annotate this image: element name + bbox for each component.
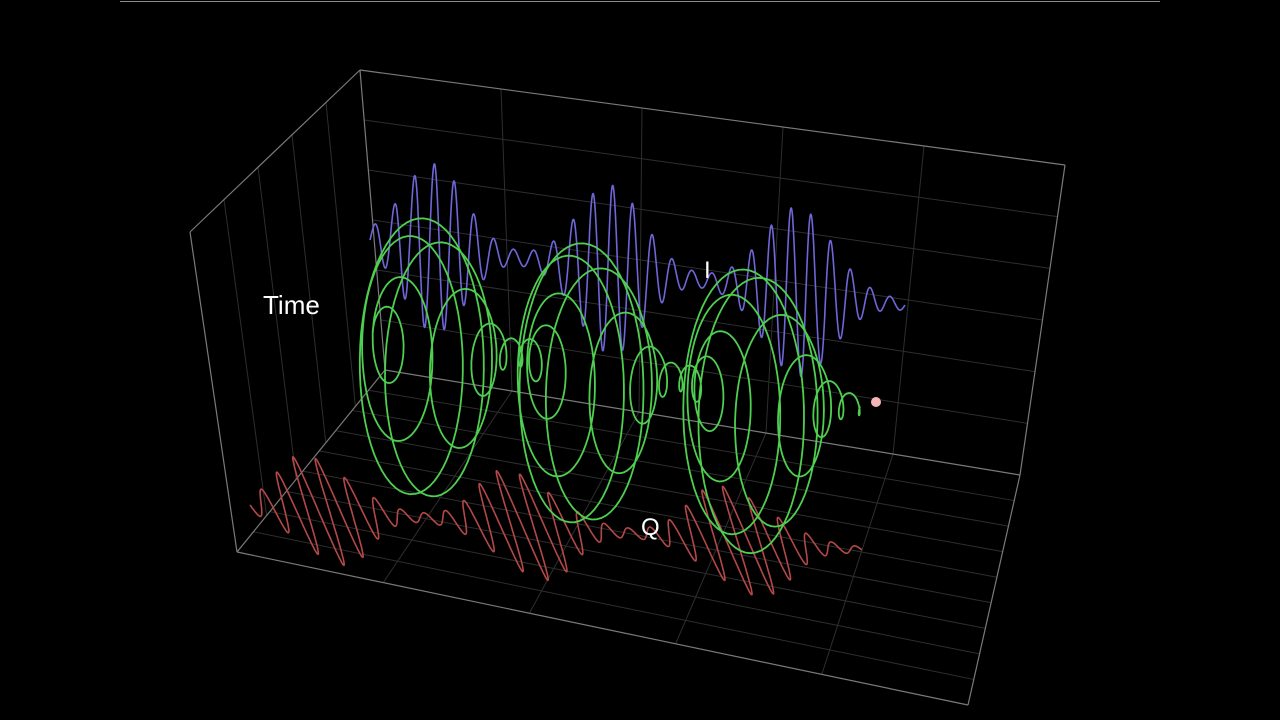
time-axis-label: Time (263, 290, 320, 320)
box-edge (189, 231, 238, 553)
q-axis-label: Q (641, 514, 660, 541)
iq-helix-trace (358, 217, 861, 555)
floor-grid-line (821, 453, 894, 675)
grid-layer (223, 88, 1058, 680)
side-wall-grid-line (257, 167, 297, 480)
i-axis-label: I (704, 257, 711, 284)
side-wall-grid-line (325, 102, 356, 407)
back-wall-grid-line (364, 119, 1058, 218)
box-edge (189, 69, 361, 233)
box-edge (967, 474, 1021, 706)
box-edge (1019, 164, 1066, 476)
floor-grid-line (368, 389, 1015, 502)
bounding-box (189, 69, 1066, 706)
box-edge (359, 69, 1066, 166)
i-wave-trace (369, 163, 906, 378)
current-point-marker (871, 397, 881, 407)
floor-grid-line (352, 409, 1009, 527)
iq-3d-diagram: Time I Q (189, 69, 1066, 706)
floor-grid-line (253, 531, 974, 680)
box-edge (384, 369, 1021, 476)
side-wall-grid-line (291, 134, 327, 443)
side-wall-grid-line (223, 199, 268, 516)
floor-grid-line (528, 411, 640, 614)
box-edge (236, 551, 969, 706)
back-wall-grid-line (368, 169, 1051, 269)
wave-layer (249, 163, 906, 596)
